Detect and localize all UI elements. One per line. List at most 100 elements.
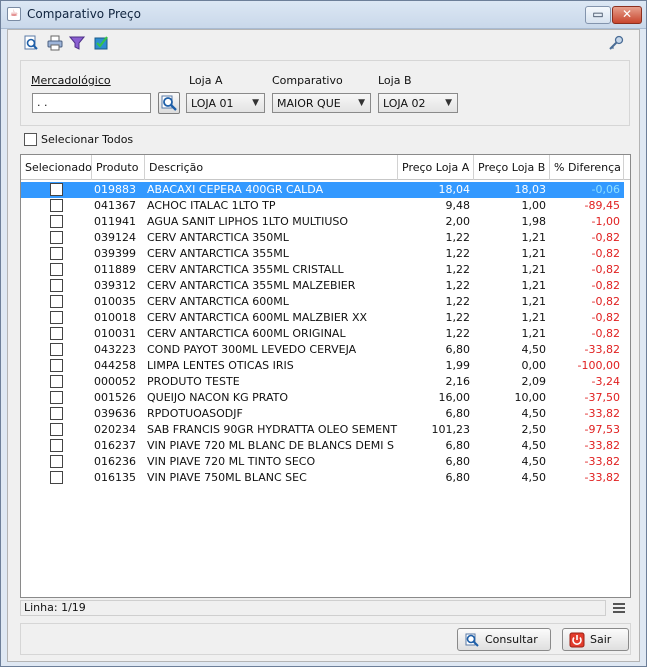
mercadologico-input[interactable]: . .	[32, 93, 151, 113]
cell-produto: 016135	[94, 471, 136, 484]
cell-produto: 039124	[94, 231, 136, 244]
row-select-checkbox[interactable]	[50, 199, 63, 212]
cell-descricao: ABACAXI CEPERA 400GR CALDA	[147, 183, 324, 196]
select-all-checkbox[interactable]: Selecionar Todos	[24, 133, 133, 146]
col-produto[interactable]: Produto	[92, 155, 145, 180]
cell-descricao: ACHOC ITALAC 1LTO TP	[147, 199, 276, 212]
table-row[interactable]: 039124 CERV ANTARCTICA 350ML 1,22 1,21 -0,82	[21, 230, 624, 246]
row-select-checkbox[interactable]	[50, 327, 63, 340]
cell-preco-loja-b: 1,21	[521, 311, 547, 324]
cell-diferenca: -33,82	[584, 455, 620, 468]
cell-preco-loja-a: 6,80	[445, 455, 471, 468]
cell-preco-loja-a: 6,80	[445, 471, 471, 484]
loja-b-select[interactable]: LOJA 02 ▼	[378, 93, 458, 113]
close-button[interactable]: ✕	[612, 6, 642, 24]
row-select-checkbox[interactable]	[50, 311, 63, 324]
cell-preco-loja-b: 4,50	[521, 407, 547, 420]
filter-icon[interactable]	[68, 34, 86, 52]
cell-diferenca: -0,82	[591, 311, 620, 324]
cell-preco-loja-b: 1,21	[521, 295, 547, 308]
cell-descricao: PRODUTO TESTE	[147, 375, 240, 388]
table-row[interactable]: 041367 ACHOC ITALAC 1LTO TP 9,48 1,00 -89,45	[21, 198, 624, 214]
cell-diferenca: -0,06	[591, 183, 620, 196]
restore-button[interactable]: ▭	[585, 6, 611, 24]
cell-preco-loja-b: 4,50	[521, 455, 547, 468]
cell-diferenca: -37,50	[584, 391, 620, 404]
select-all-box[interactable]	[24, 133, 37, 146]
row-select-checkbox[interactable]	[50, 183, 63, 196]
row-select-checkbox[interactable]	[50, 343, 63, 356]
sair-button[interactable]: Sair	[562, 628, 629, 651]
cell-descricao: RPDOTUOASODJF	[147, 407, 243, 420]
table-row[interactable]: 020234 SAB FRANCIS 90GR HYDRATTA OLEO SEM…	[21, 422, 624, 438]
table-row[interactable]: 010031 CERV ANTARCTICA 600ML ORIGINAL 1,22…	[21, 326, 624, 342]
col-descricao[interactable]: Descrição	[145, 155, 398, 180]
menu-icon[interactable]	[613, 602, 625, 614]
cell-preco-loja-a: 101,23	[431, 423, 471, 436]
col-preco-loja-a[interactable]: Preço Loja A	[398, 155, 474, 180]
table-row[interactable]: 016237 VIN PIAVE 720 ML BLANC DE BLANCS D…	[21, 438, 624, 454]
table-row[interactable]: 019883 ABACAXI CEPERA 400GR CALDA 18,04 18,…	[21, 182, 624, 198]
table-row[interactable]: 001526 QUEIJO NACON KG PRATO 16,00 10,00 -37…	[21, 390, 624, 406]
table-row[interactable]: 044258 LIMPA LENTES OTICAS IRIS 1,99 0,00 -1…	[21, 358, 624, 374]
table-row[interactable]: 039399 CERV ANTARCTICA 355ML 1,22 1,21 -0,82	[21, 246, 624, 262]
row-select-checkbox[interactable]	[50, 215, 63, 228]
cell-produto: 039399	[94, 247, 136, 260]
row-select-checkbox[interactable]	[50, 407, 63, 420]
checklist-icon[interactable]	[92, 34, 110, 52]
table-row[interactable]: 016135 VIN PIAVE 750ML BLANC SEC 6,80 4,50 -…	[21, 470, 624, 486]
cell-preco-loja-a: 18,04	[438, 183, 471, 196]
table-row[interactable]: 011889 CERV ANTARCTICA 355ML CRISTALL 1,22…	[21, 262, 624, 278]
table-row[interactable]: 039636 RPDOTUOASODJF 6,80 4,50 -33,82	[21, 406, 624, 422]
client-area: Mercadológico . . Loja A LOJA 01 ▼ Compa…	[7, 29, 640, 662]
cell-descricao: LIMPA LENTES OTICAS IRIS	[147, 359, 294, 372]
row-select-checkbox[interactable]	[50, 439, 63, 452]
table-row[interactable]: 011941 AGUA SANIT LIPHOS 1LTO MULTIUSO 2,0…	[21, 214, 624, 230]
table-header: Selecionado Produto Descrição Preço Loja…	[21, 155, 630, 180]
search-document-icon[interactable]	[22, 34, 40, 52]
loja-a-select[interactable]: LOJA 01 ▼	[186, 93, 265, 113]
row-select-checkbox[interactable]	[50, 423, 63, 436]
table-row[interactable]: 010035 CERV ANTARCTICA 600ML 1,22 1,21 -0,82	[21, 294, 624, 310]
col-preco-loja-b[interactable]: Preço Loja B	[474, 155, 550, 180]
row-select-checkbox[interactable]	[50, 263, 63, 276]
cell-preco-loja-a: 2,16	[445, 375, 471, 388]
table-row[interactable]: 039312 CERV ANTARCTICA 355ML MALZEBIER 1,2…	[21, 278, 624, 294]
status-bar: Linha: 1/19	[20, 600, 606, 616]
cell-descricao: CERV ANTARCTICA 350ML	[147, 231, 289, 244]
cell-descricao: VIN PIAVE 720 ML TINTO SECO	[147, 455, 316, 468]
cell-descricao: CERV ANTARCTICA 600ML MALZBIER XX	[147, 311, 368, 324]
cell-produto: 010035	[94, 295, 136, 308]
cell-preco-loja-b: 2,09	[521, 375, 547, 388]
cell-preco-loja-b: 1,21	[521, 327, 547, 340]
table-row[interactable]: 010018 CERV ANTARCTICA 600ML MALZBIER XX 1…	[21, 310, 624, 326]
col-diferenca[interactable]: % Diferença	[550, 155, 624, 180]
row-select-checkbox[interactable]	[50, 231, 63, 244]
cell-diferenca: -33,82	[584, 343, 620, 356]
row-select-checkbox[interactable]	[50, 391, 63, 404]
row-select-checkbox[interactable]	[50, 455, 63, 468]
print-icon[interactable]	[46, 34, 64, 52]
row-select-checkbox[interactable]	[50, 375, 63, 388]
table-row[interactable]: 000052 PRODUTO TESTE 2,16 2,09 -3,24	[21, 374, 624, 390]
cell-diferenca: -0,82	[591, 247, 620, 260]
cell-descricao: CERV ANTARCTICA 600ML ORIGINAL	[147, 327, 346, 340]
key-icon[interactable]	[607, 34, 625, 52]
mercadologico-search-button[interactable]	[158, 92, 180, 114]
table-row[interactable]: 043223 COND PAYOT 300ML LEVEDO CERVEJA 6,8…	[21, 342, 624, 358]
cell-diferenca: -0,82	[591, 263, 620, 276]
col-selecionado[interactable]: Selecionado	[21, 155, 92, 180]
row-select-checkbox[interactable]	[50, 471, 63, 484]
row-select-checkbox[interactable]	[50, 279, 63, 292]
cell-produto: 019883	[94, 183, 136, 196]
cell-preco-loja-a: 1,22	[445, 279, 471, 292]
consultar-button[interactable]: Consultar	[457, 628, 551, 651]
magnifier-icon	[161, 95, 177, 111]
row-select-checkbox[interactable]	[50, 295, 63, 308]
row-select-checkbox[interactable]	[50, 359, 63, 372]
table-row[interactable]: 016236 VIN PIAVE 720 ML TINTO SECO 6,80 4,5…	[21, 454, 624, 470]
cell-descricao: QUEIJO NACON KG PRATO	[147, 391, 289, 404]
row-select-checkbox[interactable]	[50, 247, 63, 260]
comparativo-select[interactable]: MAIOR QUE ▼	[272, 93, 371, 113]
cell-diferenca: -1,00	[591, 215, 620, 228]
